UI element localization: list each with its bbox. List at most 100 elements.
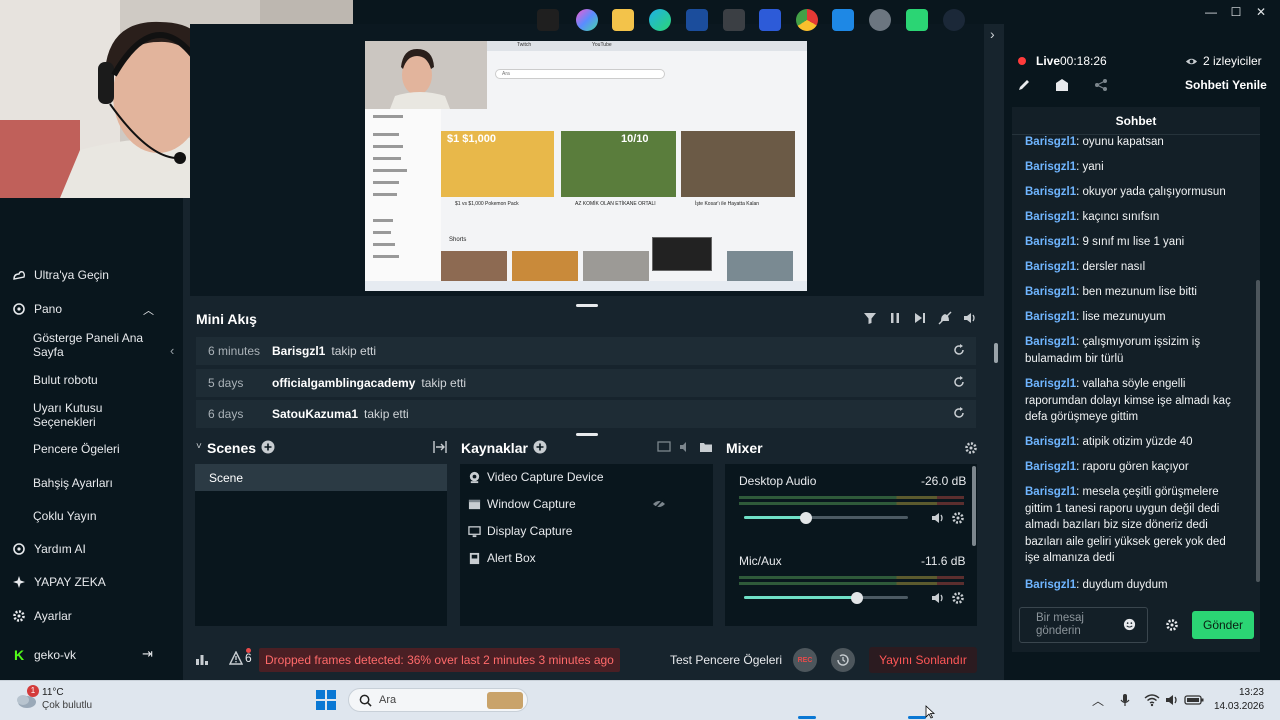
chat-input[interactable]: Bir mesaj gönderin [1019, 607, 1148, 643]
replay-icon[interactable] [952, 406, 966, 420]
minimize-button[interactable]: — [1202, 3, 1220, 21]
chat-username[interactable]: Barisgzl1 [1025, 461, 1076, 473]
replay-icon[interactable] [952, 343, 966, 357]
chat-username[interactable]: Barisgzl1 [1025, 378, 1076, 390]
settings-app-icon[interactable] [869, 9, 891, 31]
chat-username[interactable]: Barisgzl1 [1025, 161, 1076, 173]
source-item[interactable]: Display Capture [468, 524, 572, 538]
sidebar-item-ultra[interactable]: Ultra'ya Geçin [12, 268, 109, 282]
edit-stream-button[interactable] [1017, 78, 1031, 92]
emoji-icon[interactable] [1123, 618, 1136, 631]
resize-handle[interactable] [576, 304, 598, 307]
task-view-icon[interactable] [537, 9, 559, 31]
collapse-chat-chevron-icon[interactable]: › [990, 26, 995, 42]
sidebar-item-help-ai[interactable]: Yardım AI [12, 542, 86, 556]
volume-slider-knob[interactable] [851, 592, 863, 604]
pause-icon[interactable] [888, 311, 902, 325]
chrome-icon[interactable] [796, 9, 818, 31]
stream-preview[interactable]: Twitch YouTube Ara $1 $1,000 10/10 $1 vs… [365, 41, 807, 291]
chat-username[interactable]: Barisgzl1 [1025, 286, 1076, 298]
add-source-button[interactable] [533, 440, 547, 454]
hidden-eye-icon[interactable] [652, 497, 666, 511]
record-button[interactable]: REC [793, 648, 817, 672]
collapse-sidebar-chevron-icon[interactable]: ‹ [170, 343, 174, 358]
chat-username[interactable]: Barisgzl1 [1025, 436, 1076, 448]
source-item[interactable]: Window Capture [468, 497, 576, 511]
microphone-icon[interactable] [1118, 693, 1132, 707]
chat-username[interactable]: Barisgzl1 [1025, 261, 1076, 273]
sidebar-item-settings[interactable]: Ayarlar [12, 609, 72, 623]
outlook-icon[interactable] [832, 9, 854, 31]
mixer-settings-button[interactable] [964, 441, 978, 455]
resize-handle[interactable] [576, 433, 598, 436]
folder-icon[interactable] [699, 440, 713, 454]
mixer-scrollbar[interactable] [972, 466, 976, 546]
alerts-button[interactable]: 6 [229, 651, 252, 665]
steam-icon[interactable] [943, 9, 965, 31]
tray-overflow-chevron-icon[interactable]: ︿ [1092, 692, 1104, 709]
sidebar-subitem-tips[interactable]: Bahşiş Ayarları [33, 476, 153, 490]
account-button[interactable]: K geko-vk [12, 647, 76, 663]
chevron-up-icon[interactable]: ︿ [143, 302, 154, 318]
volume-tray-icon[interactable] [1165, 693, 1179, 707]
feed-user[interactable]: officialgamblingacademy [272, 376, 415, 390]
wifi-icon[interactable] [1144, 693, 1160, 707]
channel-settings-button[interactable] [951, 591, 965, 605]
sidebar-subitem-multistream[interactable]: Çoklu Yayın [33, 509, 153, 523]
filter-icon[interactable] [863, 311, 877, 325]
scene-item[interactable]: Scene [195, 464, 447, 491]
chat-username[interactable]: Barisgzl1 [1025, 211, 1076, 223]
mute-alerts-icon[interactable] [938, 311, 952, 325]
refresh-chat-button[interactable]: Sohbeti Yenile [1185, 78, 1267, 92]
edge-icon[interactable] [649, 9, 671, 31]
mute-button[interactable] [931, 511, 945, 525]
store-icon[interactable] [686, 9, 708, 31]
close-button[interactable]: ✕ [1252, 3, 1270, 21]
volume-slider-knob[interactable] [800, 512, 812, 524]
volume-icon[interactable] [963, 311, 977, 325]
end-stream-button[interactable]: Yayını Sonlandır [869, 647, 977, 673]
chat-username[interactable]: Barisgzl1 [1025, 311, 1076, 323]
sidebar-item-pano[interactable]: Pano [12, 302, 62, 316]
mute-button[interactable] [931, 591, 945, 605]
battery-icon[interactable] [1184, 693, 1204, 707]
add-scene-button[interactable] [261, 440, 275, 454]
source-item[interactable]: Video Capture Device [468, 470, 604, 484]
feed-scrollbar[interactable] [994, 343, 998, 363]
chat-settings-button[interactable] [1165, 618, 1179, 632]
logout-icon[interactable]: ⇥ [142, 646, 153, 662]
sidebar-subitem-dashboard-home[interactable]: Gösterge Paneli Ana Sayfa [33, 331, 153, 359]
replay-buffer-button[interactable] [831, 648, 855, 672]
chat-username[interactable]: Barisgzl1 [1025, 579, 1076, 591]
chat-username[interactable]: Barisgzl1 [1025, 136, 1076, 148]
share-button[interactable] [1094, 78, 1108, 92]
audio-source-icon[interactable] [678, 440, 692, 454]
source-item[interactable]: Alert Box [468, 551, 536, 565]
chat-username[interactable]: Barisgzl1 [1025, 186, 1076, 198]
sidebar-subitem-alertbox[interactable]: Uyarı Kutusu Seçenekleri [33, 401, 153, 429]
clock-time[interactable]: 13:23 [1214, 687, 1264, 698]
channel-settings-button[interactable] [951, 511, 965, 525]
selective-recording-icon[interactable] [657, 440, 671, 454]
replay-icon[interactable] [952, 375, 966, 389]
dashboard-button[interactable] [1055, 78, 1069, 92]
feed-user[interactable]: Barisgzl1 [272, 344, 325, 358]
send-button[interactable]: Gönder [1192, 611, 1254, 639]
copilot-icon[interactable] [576, 9, 598, 31]
start-button[interactable] [316, 690, 336, 710]
visual-studio-code-icon[interactable] [759, 9, 781, 31]
sidebar-item-ai[interactable]: YAPAY ZEKA [12, 575, 106, 589]
app-icon[interactable] [723, 9, 745, 31]
sidebar-subitem-widgets[interactable]: Pencere Ögeleri [33, 442, 153, 456]
sidebar-subitem-cloudbot[interactable]: Bulut robotu [33, 373, 153, 387]
dropped-frames-notice[interactable]: Dropped frames detected: 36% over last 2… [259, 648, 620, 672]
chat-username[interactable]: Barisgzl1 [1025, 486, 1076, 498]
performance-button[interactable] [195, 652, 209, 666]
taskbar-search[interactable]: Ara [348, 688, 528, 712]
skip-icon[interactable] [913, 311, 927, 325]
clock-date[interactable]: 14.03.2026 [1214, 701, 1264, 712]
feed-user[interactable]: SatouKazuma1 [272, 407, 358, 421]
chat-username[interactable]: Barisgzl1 [1025, 236, 1076, 248]
file-explorer-icon[interactable] [612, 9, 634, 31]
maximize-button[interactable]: ☐ [1227, 3, 1245, 21]
